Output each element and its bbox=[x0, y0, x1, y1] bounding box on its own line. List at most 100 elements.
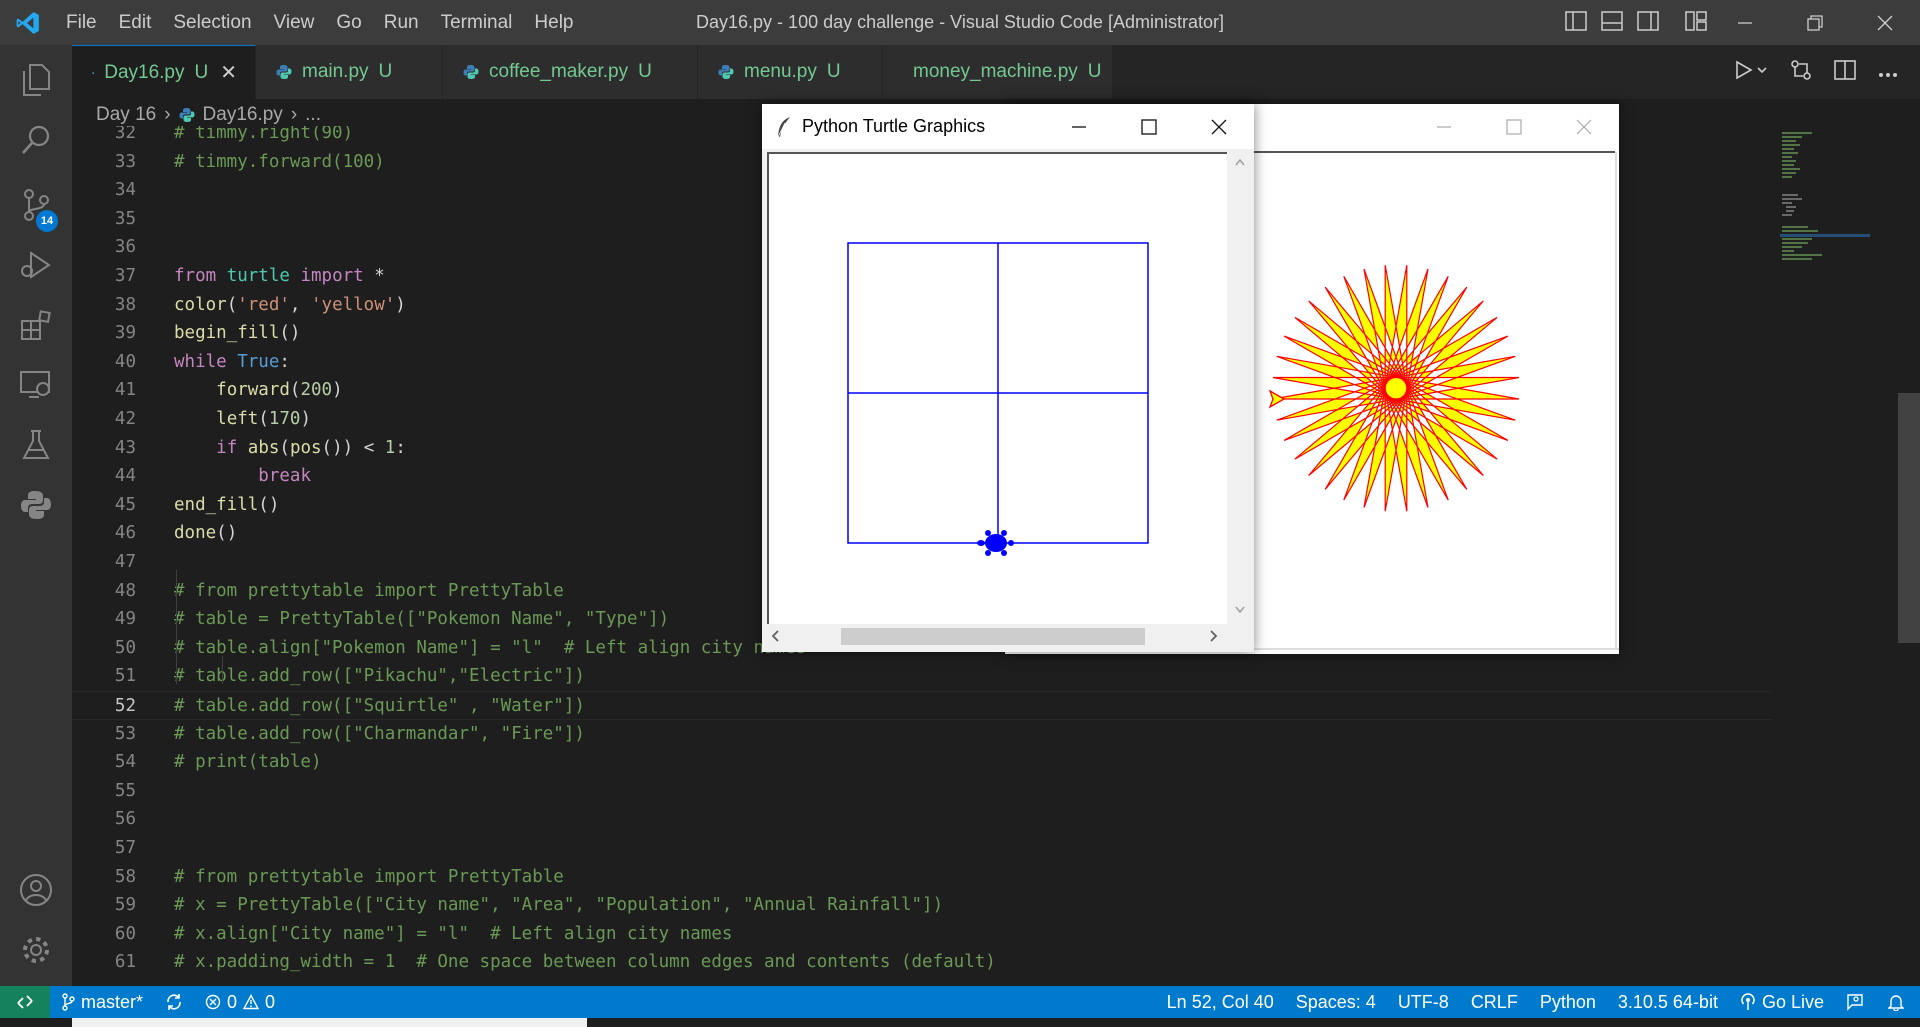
chevron-right-icon: › bbox=[290, 104, 298, 125]
menu-run[interactable]: Run bbox=[373, 0, 430, 45]
encoding[interactable]: UTF-8 bbox=[1387, 992, 1460, 1013]
menu-go[interactable]: Go bbox=[325, 0, 372, 45]
python-icon[interactable] bbox=[0, 475, 72, 535]
tab-main[interactable]: main.py U bbox=[256, 45, 443, 99]
tab-menu[interactable]: menu.py U bbox=[698, 45, 883, 99]
tab-money-machine[interactable]: money_machine.py U bbox=[883, 45, 1113, 99]
notifications-bell-icon[interactable] bbox=[1877, 993, 1920, 1011]
toggle-primary-sidebar-icon[interactable] bbox=[1565, 10, 1587, 35]
code-line[interactable]: 51 # table.add_row(["Pikachu","Electric"]… bbox=[72, 662, 1772, 691]
minimize-icon[interactable] bbox=[1044, 104, 1114, 149]
code-text: if abs(pos()) < 1: bbox=[216, 437, 406, 458]
chevron-left-icon[interactable] bbox=[771, 630, 779, 642]
close-icon[interactable] bbox=[1850, 0, 1920, 45]
extensions-icon[interactable] bbox=[0, 295, 72, 355]
turtle-horizontal-scrollbar[interactable] bbox=[767, 624, 1227, 648]
code-line[interactable]: 53 # table.add_row(["Charmandar", "Fire"]… bbox=[72, 720, 1772, 749]
open-changes-icon[interactable] bbox=[1790, 59, 1812, 85]
remote-indicator-icon[interactable] bbox=[0, 986, 50, 1018]
python-file-icon bbox=[718, 65, 734, 79]
code-line[interactable]: 55 bbox=[72, 777, 1772, 806]
code-text: from turtle import * bbox=[174, 266, 385, 286]
tab-label: coffee_maker.py bbox=[489, 61, 629, 82]
warning-count: 0 bbox=[265, 991, 276, 1012]
line-number: 35 bbox=[114, 208, 136, 229]
window-controls bbox=[1710, 0, 1920, 45]
run-python-file-icon[interactable] bbox=[1734, 60, 1768, 84]
code-line[interactable]: 60 # x.align["City name"] = "l" # Left al… bbox=[72, 920, 1772, 949]
testing-icon[interactable] bbox=[0, 415, 72, 475]
account-icon[interactable] bbox=[0, 860, 72, 920]
taskbar-strip bbox=[0, 1018, 1920, 1027]
customize-layout-icon[interactable] bbox=[1685, 10, 1707, 35]
feedback-icon[interactable] bbox=[1835, 993, 1877, 1011]
explorer-icon[interactable] bbox=[0, 50, 72, 110]
code-line[interactable]: 52 # table.add_row(["Squirtle" , "Water"]… bbox=[72, 691, 1772, 720]
close-icon[interactable] bbox=[1184, 104, 1254, 149]
python-file-icon bbox=[276, 65, 292, 79]
maximize-icon[interactable] bbox=[1114, 104, 1184, 149]
run-debug-icon[interactable] bbox=[0, 235, 72, 295]
menu-edit[interactable]: Edit bbox=[108, 0, 163, 45]
close-icon[interactable]: ✕ bbox=[220, 60, 237, 85]
toggle-secondary-sidebar-icon[interactable] bbox=[1637, 10, 1659, 35]
vertical-scrollbar[interactable] bbox=[1898, 393, 1920, 643]
search-icon[interactable] bbox=[0, 110, 72, 170]
minimize-icon[interactable] bbox=[1710, 0, 1780, 45]
breadcrumb-folder[interactable]: Day 16 bbox=[96, 104, 156, 126]
code-line[interactable]: 59 # x = PrettyTable(["City name", "Area"… bbox=[72, 891, 1772, 920]
settings-gear-icon[interactable] bbox=[0, 920, 72, 980]
tab-label: money_machine.py bbox=[913, 61, 1078, 82]
tab-status: U bbox=[826, 61, 841, 82]
end-of-line[interactable]: CRLF bbox=[1460, 992, 1529, 1013]
menu-file[interactable]: File bbox=[55, 0, 108, 45]
code-line[interactable]: 58 # from prettytable import PrettyTable bbox=[72, 863, 1772, 892]
breadcrumb-symbols[interactable]: ... bbox=[305, 104, 321, 126]
breadcrumb-file[interactable]: Day16.py bbox=[203, 104, 283, 126]
turtle-window-grid[interactable]: Python Turtle Graphics bbox=[762, 104, 1254, 652]
code-line[interactable]: 56 bbox=[72, 805, 1772, 834]
more-actions-icon[interactable] bbox=[1878, 63, 1898, 82]
toggle-panel-icon[interactable] bbox=[1601, 10, 1623, 35]
restore-icon[interactable] bbox=[1780, 0, 1850, 45]
line-number: 52 bbox=[114, 696, 136, 716]
close-icon[interactable] bbox=[1549, 104, 1619, 149]
tab-day16[interactable]: Day16.py U ✕ bbox=[72, 45, 256, 99]
chevron-right-icon[interactable] bbox=[1210, 630, 1218, 642]
code-text: while True: bbox=[174, 351, 290, 372]
minimap[interactable] bbox=[1780, 130, 1870, 280]
remote-explorer-icon[interactable] bbox=[0, 355, 72, 415]
language-mode[interactable]: Python bbox=[1529, 992, 1607, 1013]
code-text: # table = PrettyTable(["Pokemon Name", "… bbox=[174, 609, 670, 630]
python-file-icon bbox=[92, 71, 95, 74]
chevron-up-icon[interactable] bbox=[1235, 158, 1245, 166]
tab-status: U bbox=[638, 61, 652, 82]
tab-coffee-maker[interactable]: coffee_maker.py U bbox=[443, 45, 698, 99]
code-line[interactable]: 57 bbox=[72, 834, 1772, 863]
python-interpreter[interactable]: 3.10.5 64-bit bbox=[1607, 992, 1729, 1013]
sync-icon[interactable] bbox=[154, 993, 194, 1011]
problems-indicator[interactable]: 0 0 bbox=[194, 992, 286, 1013]
source-control-badge: 14 bbox=[36, 210, 58, 232]
go-live-button[interactable]: Go Live bbox=[1729, 992, 1835, 1013]
split-editor-icon[interactable] bbox=[1834, 60, 1856, 84]
menu-help[interactable]: Help bbox=[523, 0, 584, 45]
menu-selection[interactable]: Selection bbox=[162, 0, 262, 45]
code-line[interactable]: 54 # print(table) bbox=[72, 748, 1772, 777]
minimize-icon[interactable] bbox=[1409, 104, 1479, 149]
menu-view[interactable]: View bbox=[263, 0, 326, 45]
code-line[interactable]: 61 # x.padding_width = 1 # One space betw… bbox=[72, 948, 1772, 977]
maximize-icon[interactable] bbox=[1479, 104, 1549, 149]
scroll-thumb[interactable] bbox=[841, 628, 1145, 645]
status-bar-right: Ln 52, Col 40 Spaces: 4 UTF-8 CRLF Pytho… bbox=[1156, 986, 1920, 1018]
indentation[interactable]: Spaces: 4 bbox=[1285, 992, 1387, 1013]
branch-indicator[interactable]: master* bbox=[50, 992, 154, 1013]
cursor-position[interactable]: Ln 52, Col 40 bbox=[1156, 992, 1285, 1013]
chevron-down-icon[interactable] bbox=[1235, 606, 1245, 614]
menu-terminal[interactable]: Terminal bbox=[430, 0, 524, 45]
line-number: 41 bbox=[114, 380, 136, 401]
title-bar: File Edit Selection View Go Run Terminal… bbox=[0, 0, 1920, 45]
turtle-vertical-scrollbar[interactable] bbox=[1230, 152, 1250, 624]
source-control-icon[interactable]: 14 bbox=[0, 175, 72, 235]
error-icon bbox=[205, 994, 221, 1010]
